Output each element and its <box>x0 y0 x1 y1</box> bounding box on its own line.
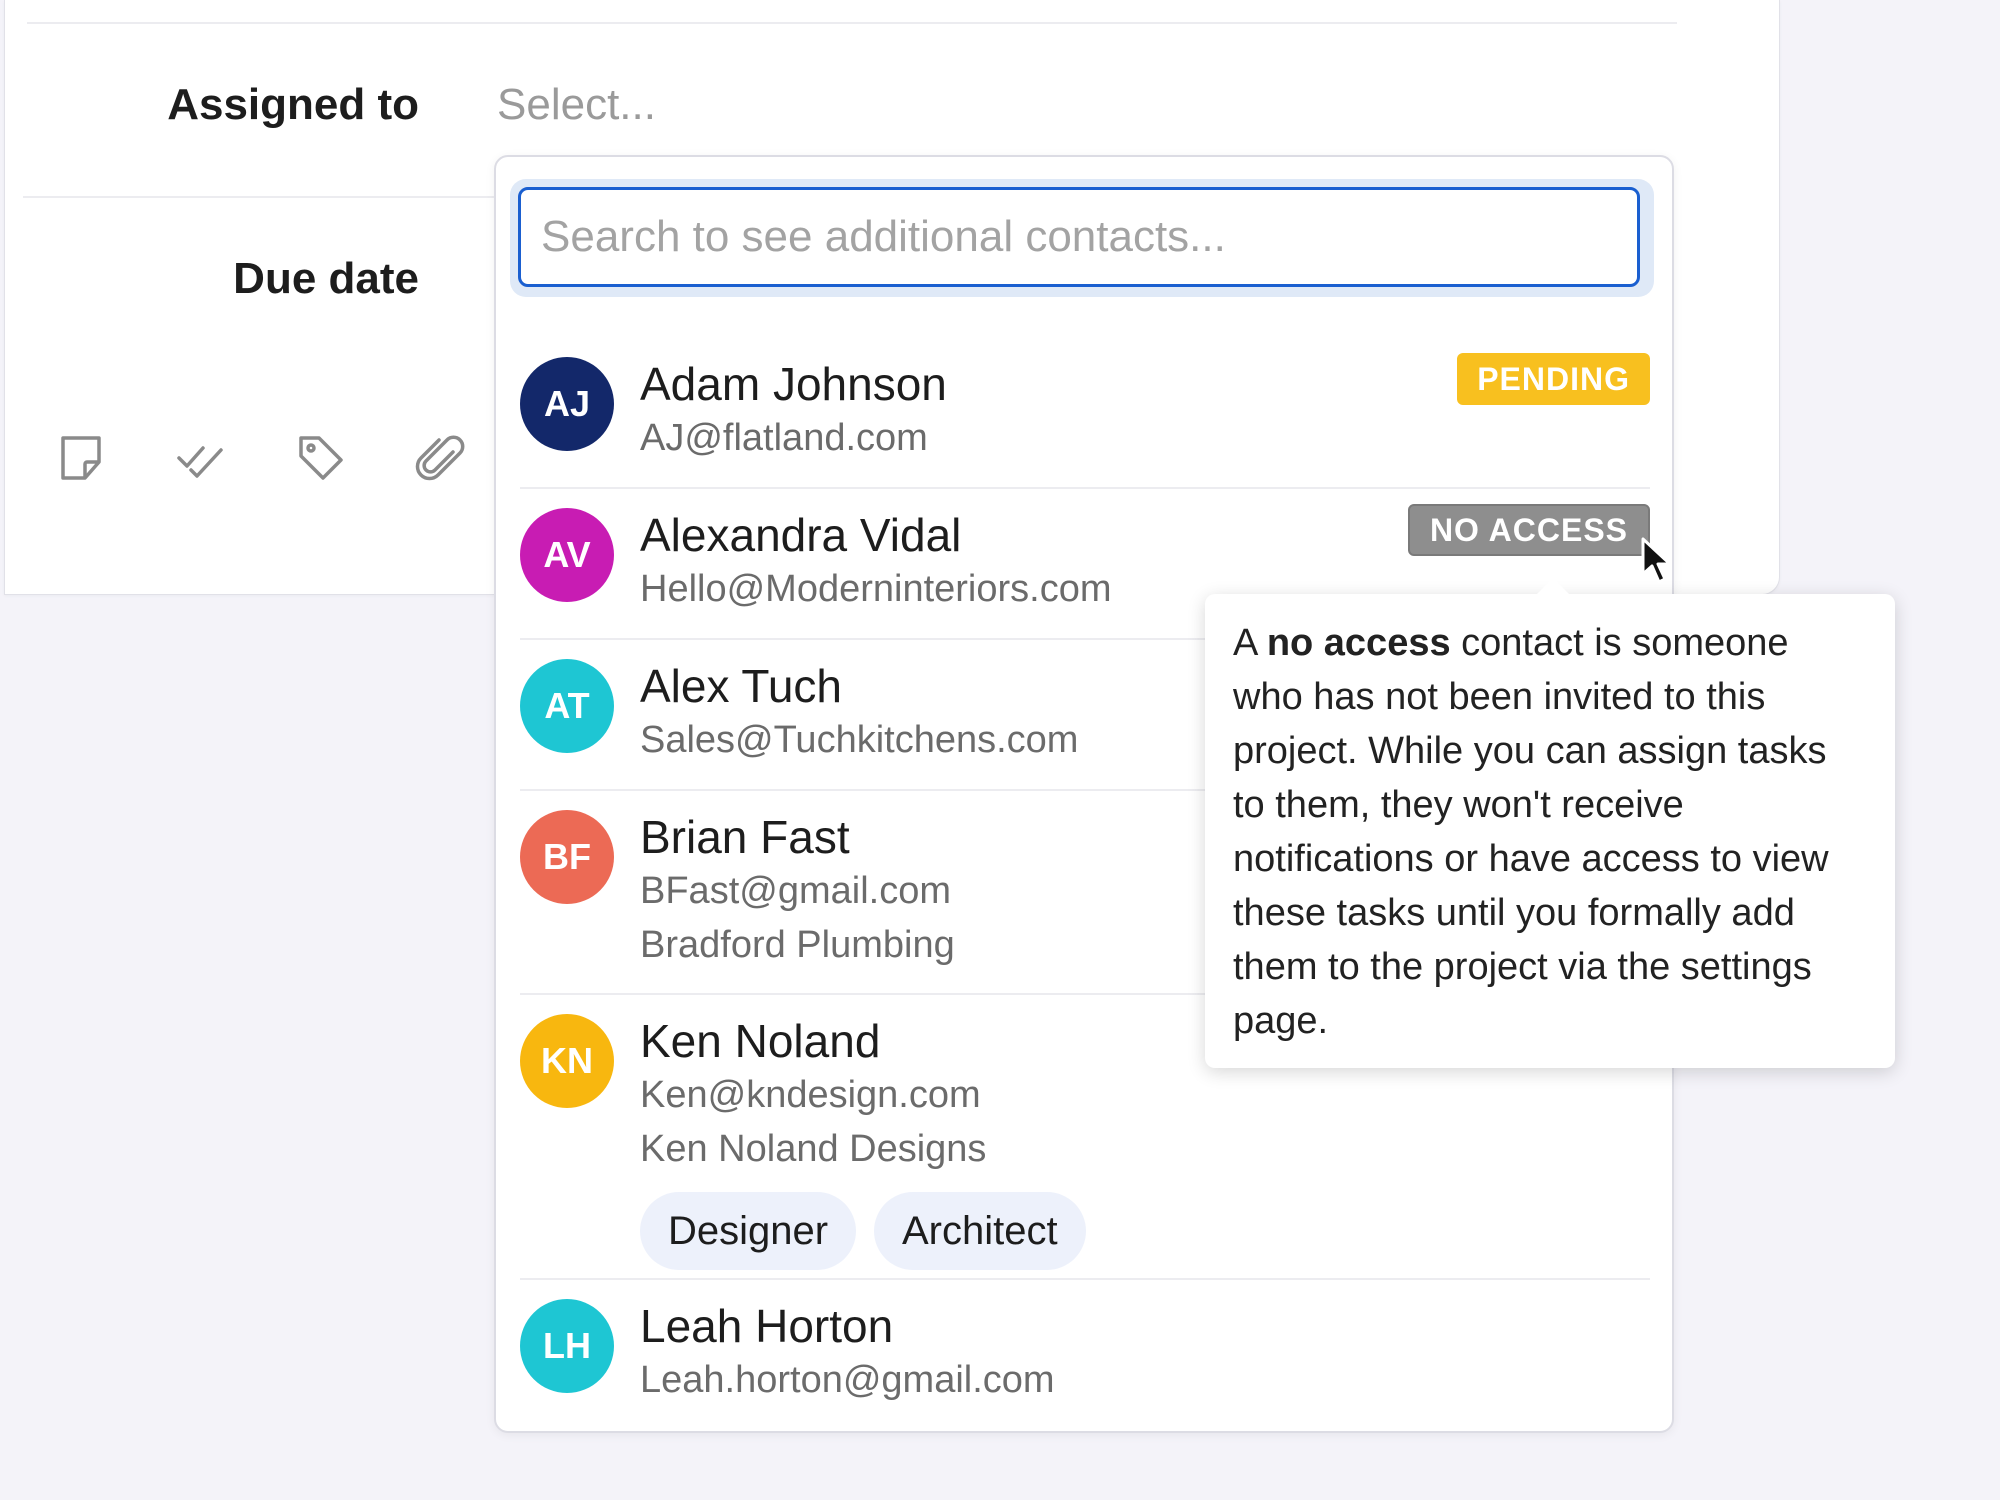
avatar: KN <box>520 1014 614 1108</box>
pending-badge: PENDING <box>1457 353 1650 405</box>
contact-name: Alex Tuch <box>640 660 842 712</box>
contact-search-input[interactable] <box>518 187 1640 287</box>
avatar: LH <box>520 1299 614 1393</box>
divider <box>27 22 1677 24</box>
contact-company: Bradford Plumbing <box>640 924 955 966</box>
due-date-label: Due date <box>233 254 419 303</box>
checklist-icon[interactable] <box>173 430 229 486</box>
tag-architect: Architect <box>874 1192 1086 1270</box>
search-focus-ring <box>510 179 1654 297</box>
contact-email: AJ@flatland.com <box>640 417 928 459</box>
tag-icon[interactable] <box>293 430 349 486</box>
assignee-select[interactable]: Select... <box>497 80 656 130</box>
contact-company: Ken Noland Designs <box>640 1128 987 1170</box>
contact-email: Hello@Moderninteriors.com <box>640 568 1112 610</box>
tooltip-text: contact is someone who has not been invi… <box>1233 622 1829 1042</box>
no-access-tooltip: A no access contact is someone who has n… <box>1205 578 1895 1068</box>
attachment-icon[interactable] <box>413 430 469 486</box>
contact-name: Brian Fast <box>640 811 850 863</box>
divider <box>520 487 1650 489</box>
contact-name: Leah Horton <box>640 1300 894 1352</box>
contact-email: Leah.horton@gmail.com <box>640 1359 1055 1401</box>
mouse-cursor-icon <box>1640 536 1676 588</box>
contact-email: Sales@Tuchkitchens.com <box>640 719 1079 761</box>
contact-email: BFast@gmail.com <box>640 870 951 912</box>
avatar: AT <box>520 659 614 753</box>
note-icon[interactable] <box>53 430 109 486</box>
tooltip-prefix: A <box>1233 622 1267 664</box>
tag-designer: Designer <box>640 1192 857 1270</box>
tooltip-bold: no access <box>1266 622 1451 664</box>
contact-name: Alexandra Vidal <box>640 509 962 561</box>
divider <box>23 196 503 198</box>
assigned-to-label: Assigned to <box>167 80 419 129</box>
no-access-badge[interactable]: NO ACCESS <box>1407 504 1650 556</box>
contact-name: Ken Noland <box>640 1015 881 1067</box>
divider <box>520 1278 1650 1280</box>
contact-email: Ken@kndesign.com <box>640 1074 981 1116</box>
contact-name: Adam Johnson <box>640 358 947 410</box>
avatar: BF <box>520 810 614 904</box>
avatar: AJ <box>520 357 614 451</box>
avatar: AV <box>520 508 614 602</box>
